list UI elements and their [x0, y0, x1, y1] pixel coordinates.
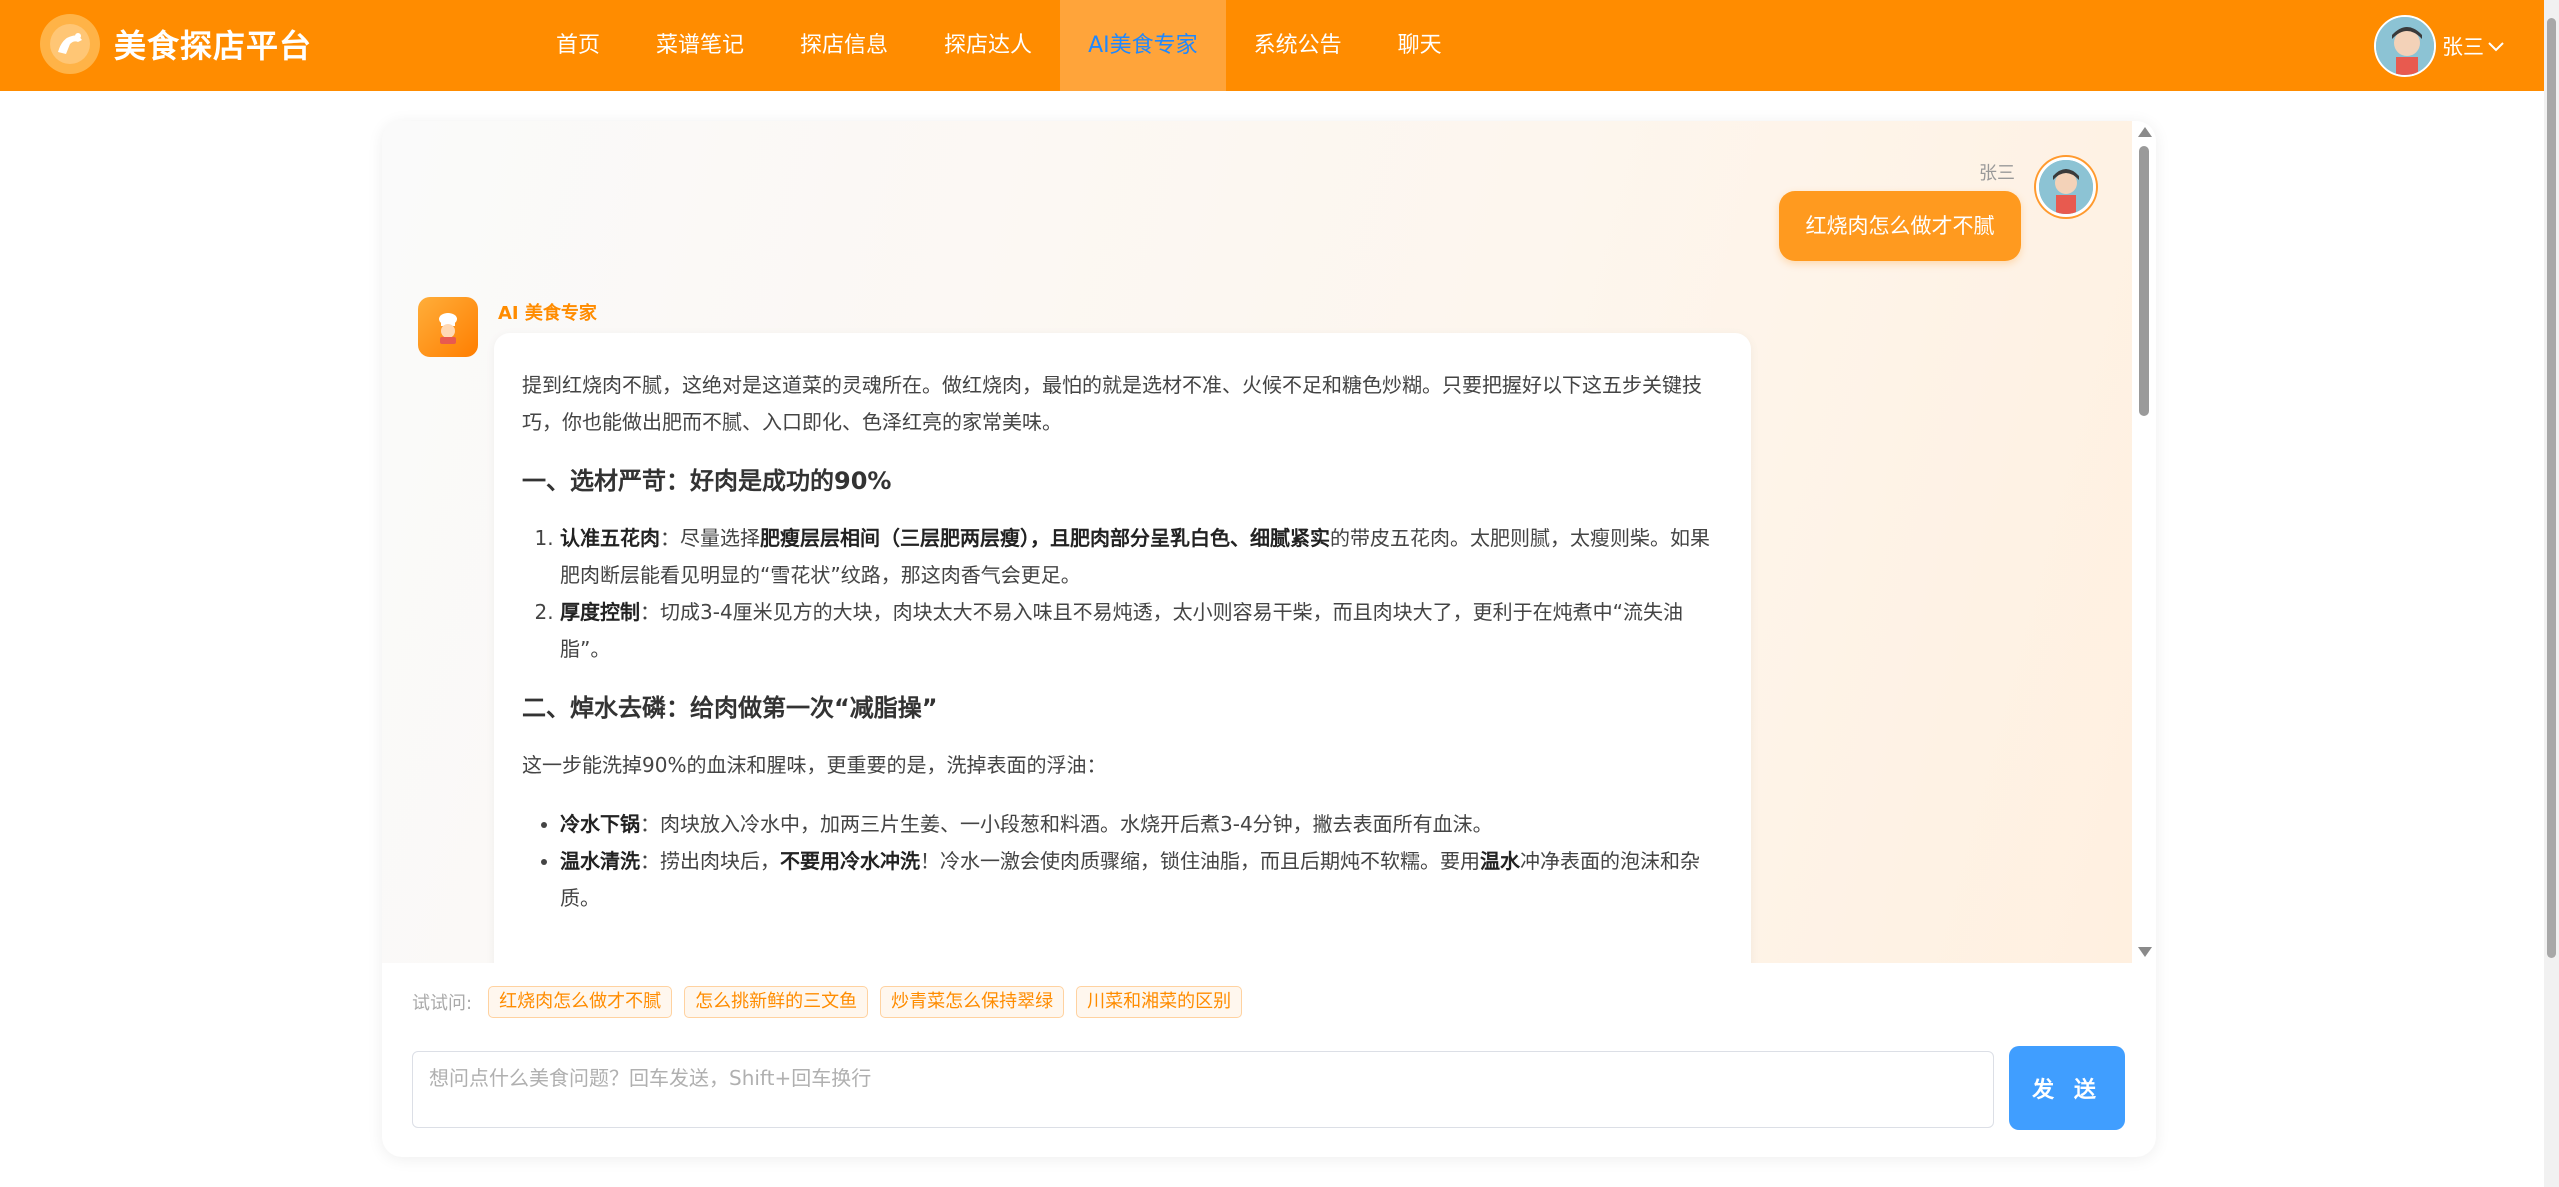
list-item-keyword: 厚度控制: [560, 600, 640, 624]
suggestion-chip[interactable]: 川菜和湘菜的区别: [1076, 986, 1243, 1018]
scroll-up-arrow-icon[interactable]: [2138, 127, 2152, 137]
send-button[interactable]: 发 送: [2009, 1046, 2125, 1130]
list-item-text: ：肉块放入冷水中，加两三片生姜、一小段葱和料酒。水烧开后煮3-4分钟，撇去表面所…: [640, 812, 1493, 836]
user-name: 张三: [2442, 35, 2484, 59]
top-navbar: 美食探店平台 首页 菜谱笔记 探店信息 探店达人 AI美食专家 系统公告 聊天 …: [0, 0, 2544, 91]
ai-intro-paragraph: 提到红烧肉不腻，这绝对是这道菜的灵魂所在。做红烧肉，最怕的就是选材不准、火候不足…: [522, 373, 1702, 434]
user-message-bubble: 红烧肉怎么做才不腻: [1779, 191, 2021, 261]
list-item-emphasis: 不要用冷水冲洗: [780, 849, 920, 873]
scroll-down-arrow-icon[interactable]: [2138, 947, 2152, 957]
page-scrollbar[interactable]: [2544, 0, 2559, 1187]
list-item-text: ：尽量选择: [660, 526, 760, 550]
page-scrollbar-thumb[interactable]: [2547, 18, 2556, 958]
list-item: 温水清洗：捞出肉块后，不要用冷水冲洗！冷水一激会使肉质骤缩，锁住油脂，而且后期炖…: [560, 843, 1723, 917]
list-item-text: ！冷水一激会使肉质骤缩，锁住油脂，而且后期炖不软糯。要用: [920, 849, 1480, 873]
list-item-text: ：捞出肉块后，: [640, 849, 780, 873]
nav-ai-food-expert[interactable]: AI美食专家: [1060, 0, 1226, 91]
chat-panel: 张三 红烧肉怎么做才不腻 AI 美食专家 提到红烧肉不腻，这绝对是这道菜的灵魂所…: [382, 121, 2156, 1157]
section-lead: 这一步能洗掉90%的血沫和腥味，更重要的是，洗掉表面的浮油：: [522, 753, 1107, 777]
main-nav: 首页 菜谱笔记 探店信息 探店达人 AI美食专家 系统公告 聊天: [528, 0, 1470, 91]
user-message-sender: 张三: [1979, 163, 2015, 184]
list-item-emphasis: 肥瘦层层相间（三层肥两层瘦），且肥肉部分呈乳白色、细腻紧实: [760, 526, 1330, 550]
bullet-list: 冷水下锅：肉块放入冷水中，加两三片生姜、一小段葱和料酒。水烧开后煮3-4分钟，撇…: [560, 806, 1723, 917]
brand-title: 美食探店平台: [114, 27, 313, 65]
list-item-keyword: 认准五花肉: [560, 526, 660, 550]
list-item-keyword: 冷水下锅: [560, 812, 640, 836]
user-message-avatar: [2036, 157, 2096, 217]
nav-food-experts[interactable]: 探店达人: [916, 0, 1060, 91]
suggestion-chip[interactable]: 怎么挑新鲜的三文鱼: [684, 986, 869, 1018]
ordered-list: 认准五花肉：尽量选择肥瘦层层相间（三层肥两层瘦），且肥肉部分呈乳白色、细腻紧实的…: [560, 520, 1723, 668]
nav-chat[interactable]: 聊天: [1370, 0, 1470, 91]
brand-logo-icon: [40, 14, 100, 74]
chat-scrollbar[interactable]: [2132, 121, 2156, 963]
ai-chef-avatar-icon: [418, 297, 478, 357]
list-item-emphasis: 温水: [1480, 849, 1520, 873]
nav-announcements[interactable]: 系统公告: [1226, 0, 1370, 91]
list-item: 冷水下锅：肉块放入冷水中，加两三片生姜、一小段葱和料酒。水烧开后煮3-4分钟，撇…: [560, 806, 1723, 843]
list-item: 认准五花肉：尽量选择肥瘦层层相间（三层肥两层瘦），且肥肉部分呈乳白色、细腻紧实的…: [560, 520, 1723, 594]
list-item-keyword: 温水清洗: [560, 849, 640, 873]
list-item: 厚度控制：切成3-4厘米见方的大块，肉块太大不易入味且不易炖透，太小则容易干柴，…: [560, 594, 1723, 668]
ai-message-sender: AI 美食专家: [498, 303, 597, 324]
list-item-text: ：切成3-4厘米见方的大块，肉块太大不易入味且不易炖透，太小则容易干柴，而且肉块…: [560, 600, 1684, 661]
suggestion-chip[interactable]: 炒青菜怎么保持翠绿: [880, 986, 1065, 1018]
nav-recipe-notes[interactable]: 菜谱笔记: [628, 0, 772, 91]
suggested-questions: 试试问: 红烧肉怎么做才不腻 怎么挑新鲜的三文鱼 炒青菜怎么保持翠绿 川菜和湘菜…: [412, 986, 1254, 1018]
ai-message-bubble: 提到红烧肉不腻，这绝对是这道菜的灵魂所在。做红烧肉，最怕的就是选材不准、火候不足…: [494, 333, 1751, 963]
brand[interactable]: 美食探店平台: [40, 14, 312, 74]
section-heading: 二、焯水去磷：给肉做第一次“减脂操”: [522, 694, 938, 722]
chevron-down-icon[interactable]: [2488, 37, 2504, 56]
message-input[interactable]: [412, 1051, 1994, 1128]
nav-home[interactable]: 首页: [528, 0, 628, 91]
suggestion-chip[interactable]: 红烧肉怎么做才不腻: [488, 986, 673, 1018]
avatar[interactable]: [2374, 15, 2436, 77]
user-menu[interactable]: 张三: [2374, 15, 2504, 77]
section-heading: 一、选材严苛：好肉是成功的90%: [522, 467, 892, 495]
message-list: 张三 红烧肉怎么做才不腻 AI 美食专家 提到红烧肉不腻，这绝对是这道菜的灵魂所…: [382, 121, 2132, 963]
chat-scrollbar-thumb[interactable]: [2139, 146, 2149, 416]
suggestions-label: 试试问:: [412, 993, 473, 1014]
nav-store-info[interactable]: 探店信息: [772, 0, 916, 91]
